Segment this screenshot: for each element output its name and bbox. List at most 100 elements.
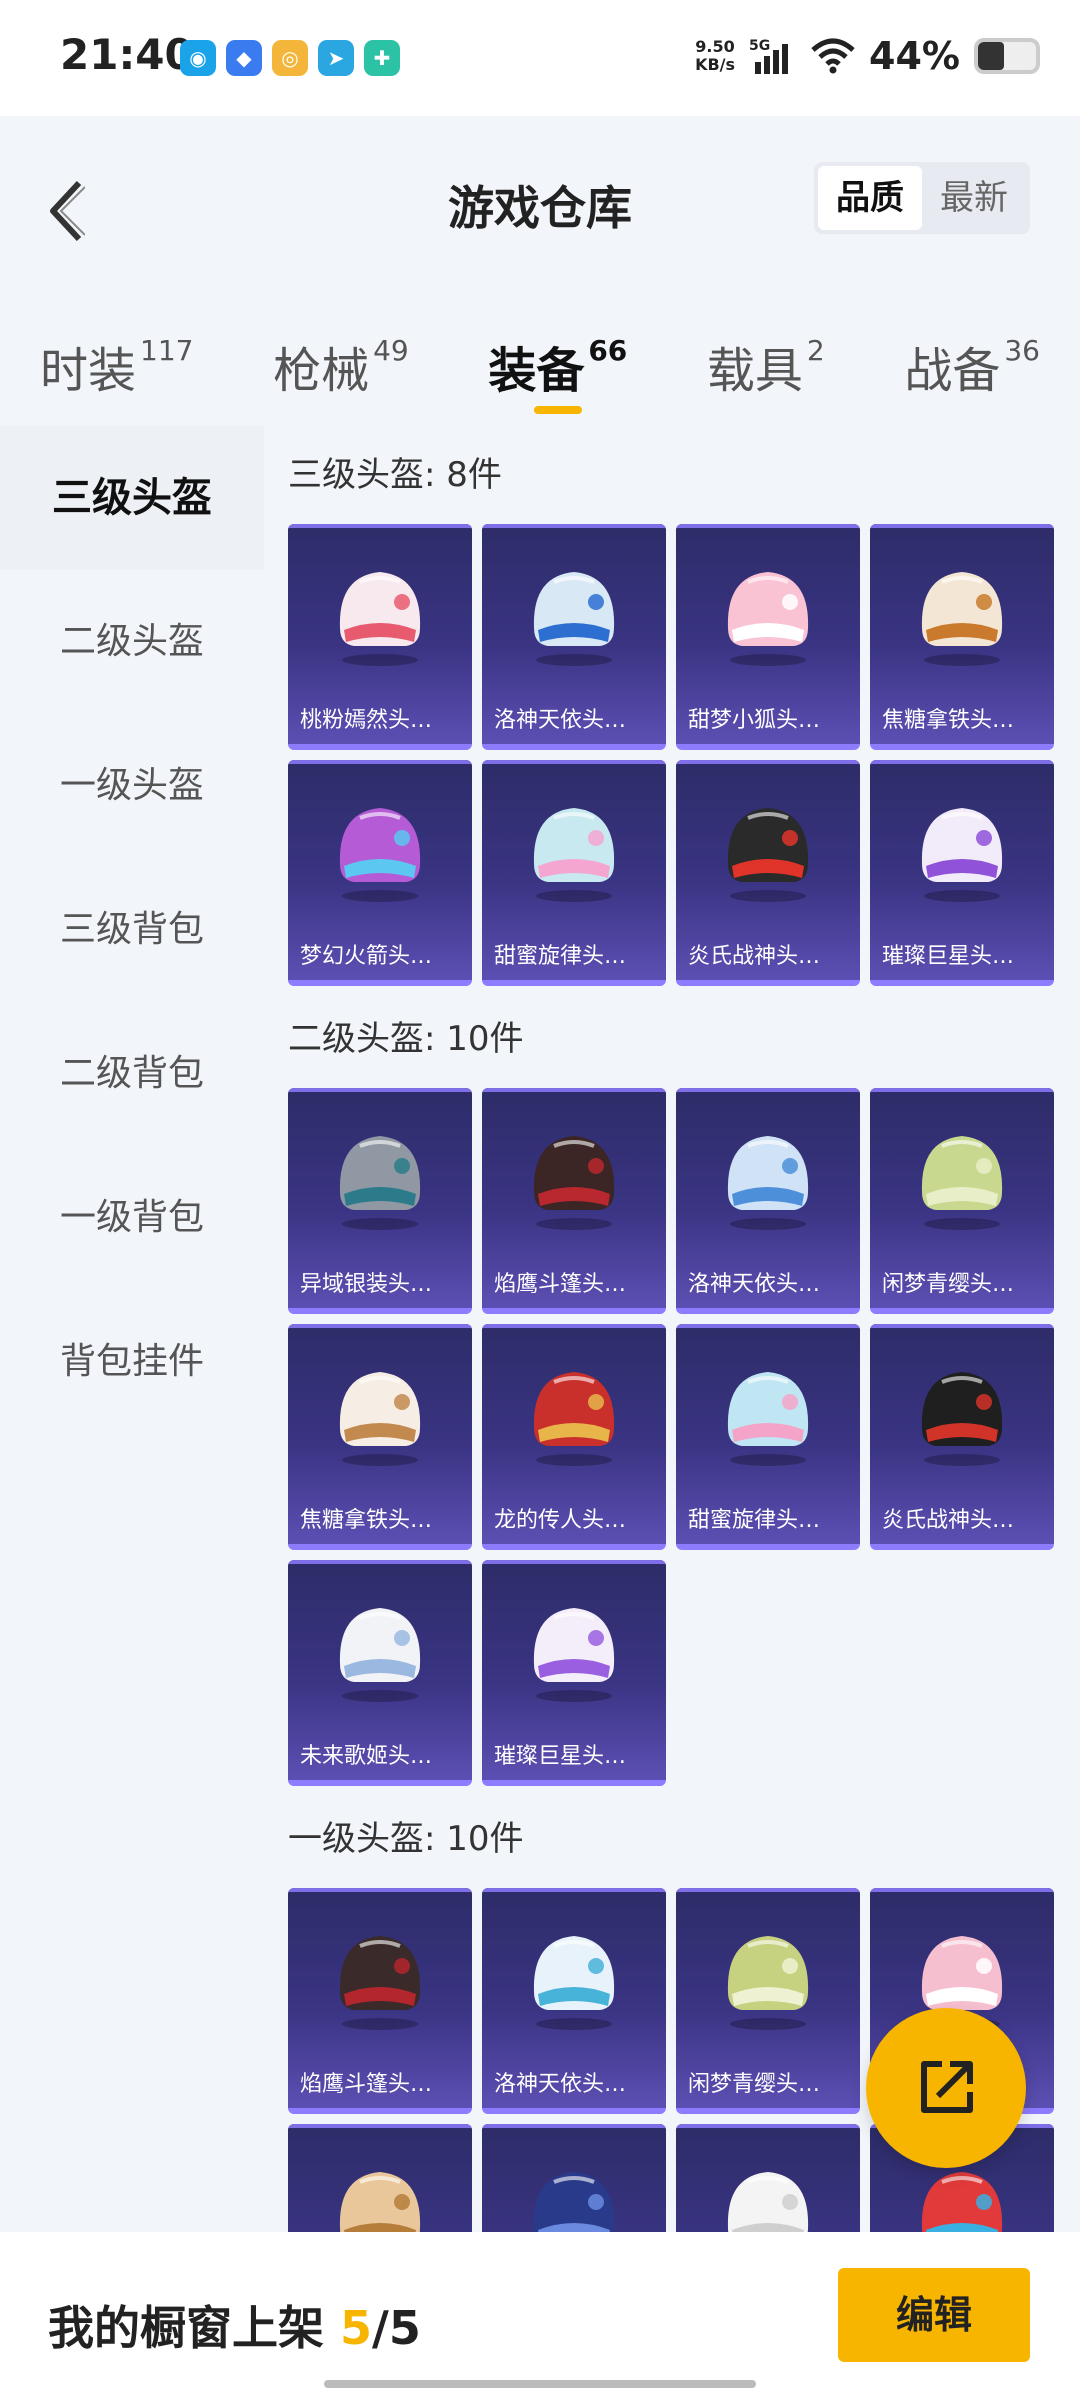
sidebar-item-backpack-lv3[interactable]: 三级背包 (0, 858, 264, 1002)
section-title: 一级头盔: 10件 (288, 1819, 524, 1859)
item-name: 龙的传人头… (494, 1508, 627, 1533)
item-card[interactable]: 炎氏战神头… (870, 1324, 1054, 1550)
item-name: 闲梦青缨头… (882, 1272, 1015, 1297)
helmet-icon (533, 2172, 615, 2232)
helmet-icon (921, 808, 1003, 902)
app-notification-icon: ◆ (226, 40, 262, 76)
item-card[interactable]: 璀璨巨星头… (870, 760, 1054, 986)
telegram-icon: ➤ (318, 40, 354, 76)
helmet-icon (339, 1372, 421, 1466)
helmet-icon (727, 1936, 809, 2030)
item-name: 闲梦青缨头… (688, 2072, 821, 2097)
item-card[interactable]: 龙的传人头… (482, 1324, 666, 1550)
item-card[interactable]: 焰鹰斗篷头… (288, 1888, 472, 2114)
share-icon (921, 2061, 973, 2113)
sidebar-item-helmet-lv1[interactable]: 一级头盔 (0, 714, 264, 858)
item-card[interactable]: 洛神天依头… (482, 1888, 666, 2114)
helmet-icon (339, 808, 421, 902)
signal-icon: 5G (749, 38, 789, 74)
battery-icon (974, 38, 1040, 74)
helmet-icon (533, 808, 615, 902)
svg-text:5G: 5G (749, 38, 770, 54)
item-card[interactable]: 甜蜜旋律头… (482, 760, 666, 986)
item-name: 甜梦小狐头… (688, 708, 821, 733)
sidebar-item-backpack-lv2[interactable]: 二级背包 (0, 1002, 264, 1146)
helmet-icon (533, 1936, 615, 2030)
tab-vehicles[interactable]: 载具 2 (707, 316, 825, 426)
item-name: 焦糖拿铁头… (300, 1508, 433, 1533)
app-notification-icon: ◉ (180, 40, 216, 76)
item-card[interactable]: 洛神天依头… (482, 524, 666, 750)
tab-equipment[interactable]: 装备 66 (488, 316, 627, 426)
helmet-icon (921, 1372, 1003, 1466)
header: 游戏仓库 品质 最新 时装 117 枪械 49 装备 66 载具 2 战备 36 (0, 116, 1080, 426)
home-indicator[interactable] (324, 2380, 756, 2388)
item-name: 璀璨巨星头… (882, 944, 1015, 969)
sort-toggle: 品质 最新 (814, 162, 1030, 234)
item-name: 桃粉嫣然头… (300, 708, 433, 733)
helmet-icon (533, 1372, 615, 1466)
tab-supplies[interactable]: 战备 36 (904, 316, 1040, 426)
item-card[interactable] (288, 2124, 472, 2232)
item-card[interactable]: 未来歌姬头… (288, 1560, 472, 1786)
status-indicators: 9.50 KB/s 5G 44% (695, 34, 1040, 78)
item-name: 甜蜜旋律头… (688, 1508, 821, 1533)
sort-quality[interactable]: 品质 (818, 166, 922, 230)
tab-fashion[interactable]: 时装 117 (40, 316, 193, 426)
item-name: 异域银装头… (300, 1272, 433, 1297)
sidebar-item-helmet-lv2[interactable]: 二级头盔 (0, 570, 264, 714)
item-card[interactable]: 甜梦小狐头… (676, 524, 860, 750)
item-name: 未来歌姬头… (300, 1744, 433, 1769)
item-card[interactable]: 甜蜜旋律头… (676, 1324, 860, 1550)
helmet-icon (339, 1136, 421, 1230)
wifi-icon (811, 38, 855, 74)
sidebar-item-helmet-lv3[interactable]: 三级头盔 (0, 426, 264, 570)
item-list: 三级头盔: 8件 桃粉嫣然头… 洛神天依头… 甜梦小狐头… 焦糖拿铁头… 梦幻火箭头… 甜… (264, 426, 1080, 2232)
item-card[interactable]: 桃粉嫣然头… (288, 524, 472, 750)
item-name: 甜蜜旋律头… (494, 944, 627, 969)
item-card[interactable]: 焦糖拿铁头… (870, 524, 1054, 750)
helmet-icon (339, 1608, 421, 1702)
item-name: 洛神天依头… (494, 2072, 627, 2097)
tab-guns[interactable]: 枪械 49 (273, 316, 409, 426)
item-card[interactable]: 炎氏战神头… (676, 760, 860, 986)
item-name: 炎氏战神头… (882, 1508, 1015, 1533)
item-card[interactable]: 闲梦青缨头… (870, 1088, 1054, 1314)
shield-icon: ✚ (364, 40, 400, 76)
battery-percent: 44% (869, 34, 960, 78)
battery-level (978, 42, 1004, 70)
helmet-icon (921, 572, 1003, 666)
sort-newest[interactable]: 最新 (922, 166, 1026, 230)
helmet-icon (727, 1136, 809, 1230)
item-card[interactable]: 异域银装头… (288, 1088, 472, 1314)
sidebar-item-backpack-lv1[interactable]: 一级背包 (0, 1146, 264, 1290)
sidebar-item-backpack-charm[interactable]: 背包挂件 (0, 1290, 264, 1434)
item-name: 梦幻火箭头… (300, 944, 433, 969)
helmet-icon (727, 808, 809, 902)
item-card[interactable] (676, 2124, 860, 2232)
sidebar: 三级头盔 二级头盔 一级头盔 三级背包 二级背包 一级背包 背包挂件 (0, 426, 264, 2232)
category-tabs: 时装 117 枪械 49 装备 66 载具 2 战备 36 (0, 316, 1080, 426)
item-card[interactable]: 闲梦青缨头… (676, 1888, 860, 2114)
item-grid: 异域银装头… 焰鹰斗篷头… 洛神天依头… 闲梦青缨头… 焦糖拿铁头… 龙的传人头… 甜蜜旋律… (288, 1088, 1080, 1786)
item-card[interactable]: 梦幻火箭头… (288, 760, 472, 986)
item-name: 焰鹰斗篷头… (494, 1272, 627, 1297)
helmet-icon (727, 572, 809, 666)
item-card[interactable]: 焦糖拿铁头… (288, 1324, 472, 1550)
helmet-icon (921, 2172, 1003, 2232)
helmet-icon (921, 1136, 1003, 1230)
item-name: 焰鹰斗篷头… (300, 2072, 433, 2097)
status-time: 21:40 (60, 30, 194, 79)
item-card[interactable]: 璀璨巨星头… (482, 1560, 666, 1786)
item-card[interactable] (482, 2124, 666, 2232)
net-speed: 9.50 KB/s (695, 37, 736, 74)
helmet-icon (727, 1372, 809, 1466)
bottom-bar: 我的橱窗上架 5/5 编辑 (0, 2232, 1080, 2400)
item-card[interactable]: 焰鹰斗篷头… (482, 1088, 666, 1314)
section-title: 三级头盔: 8件 (288, 455, 502, 495)
item-card[interactable]: 洛神天依头… (676, 1088, 860, 1314)
helmet-icon (339, 1936, 421, 2030)
edit-button[interactable]: 编辑 (838, 2268, 1030, 2362)
share-button[interactable] (866, 2008, 1026, 2168)
helmet-icon (533, 572, 615, 666)
